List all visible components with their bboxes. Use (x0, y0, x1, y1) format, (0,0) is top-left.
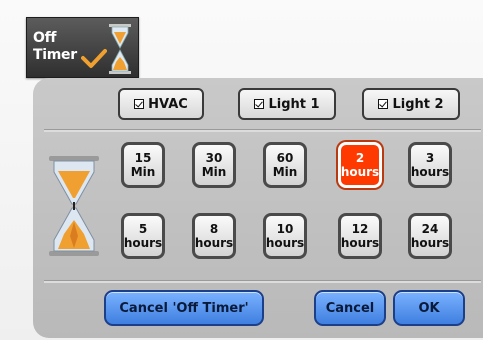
checkbox-checked-icon (134, 99, 145, 109)
time-option-unit: hours (340, 236, 380, 250)
light-2-toggle[interactable]: Light 2 (362, 88, 460, 120)
time-option-value: 12 (351, 222, 369, 236)
time-option-unit: hours (410, 165, 450, 179)
time-option-value: 30 (205, 151, 223, 165)
hourglass-icon (49, 156, 99, 256)
checkbox-checked-icon (254, 99, 265, 109)
cancel-off-timer-button[interactable]: Cancel 'Off Timer' (104, 290, 264, 326)
divider (44, 129, 481, 132)
time-option-value: 8 (209, 222, 219, 236)
time-option-3-hours[interactable]: 3 hours (408, 142, 452, 188)
time-option-5-hours[interactable]: 5 hours (121, 213, 165, 259)
time-option-value: 3 (425, 151, 435, 165)
checkbox-checked-icon (378, 99, 389, 109)
time-option-value: 2 (355, 151, 365, 165)
hvac-toggle[interactable]: HVAC (118, 88, 204, 120)
time-option-value: 60 (276, 151, 294, 165)
time-option-10-hours[interactable]: 10 hours (263, 213, 307, 259)
light-1-toggle-label: Light 1 (268, 96, 320, 112)
time-option-unit: Min (272, 165, 298, 179)
time-option-unit: Min (201, 165, 227, 179)
time-option-60-min[interactable]: 60 Min (263, 142, 307, 188)
time-option-value: 24 (421, 222, 439, 236)
hvac-toggle-label: HVAC (148, 96, 188, 112)
time-option-2-hours[interactable]: 2 hours (338, 142, 382, 188)
time-option-30-min[interactable]: 30 Min (192, 142, 236, 188)
time-option-unit: hours (410, 236, 450, 250)
time-option-unit: hours (265, 236, 305, 250)
ok-button[interactable]: OK (393, 290, 465, 326)
checkmark-icon (81, 49, 107, 68)
time-option-12-hours[interactable]: 12 hours (338, 213, 382, 259)
time-option-8-hours[interactable]: 8 hours (192, 213, 236, 259)
light-1-toggle[interactable]: Light 1 (238, 88, 336, 120)
time-option-unit: Min (130, 165, 156, 179)
time-option-15-min[interactable]: 15 Min (121, 142, 165, 188)
time-option-value: 5 (138, 222, 148, 236)
hourglass-icon (109, 24, 131, 74)
divider (44, 280, 481, 283)
off-timer-tab[interactable]: Off Timer (26, 17, 139, 78)
time-option-value: 10 (276, 222, 294, 236)
time-option-unit: hours (194, 236, 234, 250)
time-option-unit: hours (340, 165, 380, 179)
cancel-button[interactable]: Cancel (314, 290, 386, 326)
time-option-unit: hours (123, 236, 163, 250)
light-2-toggle-label: Light 2 (392, 96, 444, 112)
time-option-value: 15 (134, 151, 152, 165)
time-option-24-hours[interactable]: 24 hours (408, 213, 452, 259)
